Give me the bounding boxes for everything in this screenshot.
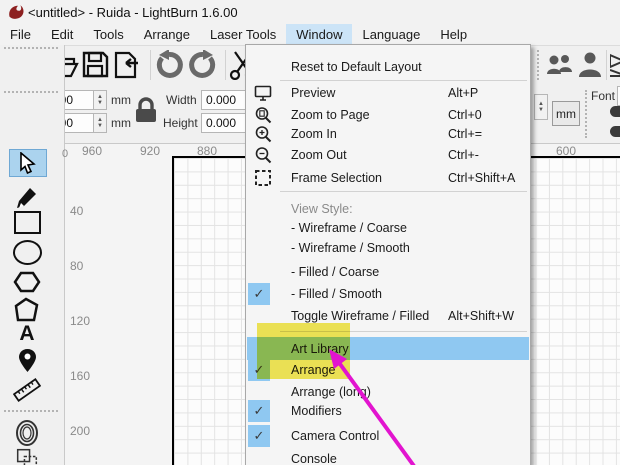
menu-file[interactable]: File [0, 24, 41, 45]
shape-tool[interactable] [6, 297, 48, 323]
ruler-h-label: 920 [140, 144, 161, 158]
lock-icon[interactable] [133, 96, 159, 126]
menu-help[interactable]: Help [430, 24, 477, 45]
menu-arrange[interactable]: Arrange [134, 24, 200, 45]
user-icon[interactable] [578, 51, 602, 79]
menu-item-reset-layout[interactable]: Reset to Default Layout [247, 56, 529, 78]
titlebar: <untitled> - Ruida - LightBurn 1.6.00 [0, 0, 620, 24]
menubar: File Edit Tools Arrange Laser Tools Wind… [0, 24, 620, 46]
menu-tools[interactable]: Tools [83, 24, 133, 45]
position-laser-tool[interactable] [6, 347, 48, 373]
zoom-out-icon [255, 147, 272, 164]
menu-item-wireframe-coarse[interactable]: - Wireframe / Coarse [247, 217, 529, 239]
menu-separator [280, 80, 527, 81]
menu-item-filled-smooth[interactable]: ✓ - Filled / Smooth [247, 283, 529, 305]
menu-separator [280, 191, 527, 192]
toolbar-separator [225, 50, 226, 80]
menu-item-modifiers[interactable]: ✓ Modifiers [247, 400, 529, 422]
menu-item-filled-coarse[interactable]: - Filled / Coarse [247, 261, 529, 283]
text-tool[interactable]: A [6, 321, 48, 347]
ruler-v-label: 120 [70, 314, 91, 328]
ruler-v-label: 160 [70, 369, 91, 383]
interval-spinner[interactable]: ▲ ▼ [534, 94, 548, 120]
measure-tool[interactable] [6, 377, 48, 403]
offset-tool[interactable] [6, 420, 48, 446]
italic-toggle[interactable] [610, 126, 620, 137]
height-label: Height [163, 116, 198, 130]
import-icon[interactable] [112, 50, 140, 80]
ruler-h-label: 960 [82, 144, 103, 158]
zoom-in-icon [255, 126, 272, 143]
toolbar-separator [606, 50, 607, 80]
check-icon: ✓ [248, 283, 270, 305]
toolbar-drag-handle[interactable] [585, 90, 587, 138]
menu-item-console[interactable]: Console [247, 448, 529, 465]
undo-icon[interactable] [154, 50, 184, 80]
menu-item-wireframe-smooth[interactable]: - Wireframe / Smooth [247, 237, 529, 259]
lightburn-logo-icon [9, 5, 24, 19]
menu-item-zoom-in[interactable]: Zoom In Ctrl+= [247, 123, 529, 145]
select-tool[interactable] [9, 149, 47, 177]
rectangle-tool[interactable] [6, 209, 48, 235]
palette-drag-handle[interactable] [4, 47, 58, 49]
draw-lines-tool[interactable] [6, 185, 48, 211]
lightburn-window: <untitled> - Ruida - LightBurn 1.6.00 Fi… [0, 0, 620, 465]
menu-language[interactable]: Language [352, 24, 430, 45]
boolean-union-tool[interactable] [6, 448, 48, 465]
width-label: Width [166, 93, 197, 107]
menu-window[interactable]: Window [286, 24, 353, 45]
ellipse-tool[interactable] [6, 239, 48, 265]
ruler-v-label: 40 [70, 204, 84, 218]
xpos-unit: mm [111, 93, 131, 107]
menu-item-arrange[interactable]: ✓ Arrange [247, 359, 529, 381]
ypos-spinner[interactable]: ▲ ▼ [93, 113, 107, 133]
ruler-h-label: 600 [556, 144, 577, 158]
xpos-spinner[interactable]: ▲ ▼ [93, 90, 107, 110]
menu-separator [280, 331, 527, 332]
mm-unit-button[interactable]: mm [552, 101, 580, 126]
menu-item-frame-selection[interactable]: Frame Selection Ctrl+Shift+A [247, 167, 529, 189]
ypos-unit: mm [111, 116, 131, 130]
menu-item-preview[interactable]: Preview Alt+P [247, 82, 529, 104]
ruler-h-label: 880 [197, 144, 218, 158]
check-icon: ✓ [248, 359, 270, 381]
check-icon: ✓ [248, 425, 270, 447]
tool-palette: A [0, 45, 65, 465]
frame-selection-icon [255, 170, 271, 186]
zoom-page-icon [255, 107, 272, 124]
toolbar-drag-handle[interactable] [537, 50, 539, 80]
redo-icon[interactable] [188, 50, 218, 80]
ruler-v-label: 0 [62, 148, 69, 160]
toolbar-separator [150, 50, 151, 80]
font-label: Font [591, 89, 616, 103]
bold-toggle[interactable] [610, 106, 620, 117]
menu-edit[interactable]: Edit [41, 24, 83, 45]
menu-item-camera-control[interactable]: ✓ Camera Control [247, 425, 529, 447]
group-icon[interactable] [546, 52, 574, 78]
polygon-tool[interactable] [6, 269, 48, 295]
check-icon: ✓ [248, 400, 270, 422]
window-menu-dropdown: Reset to Default Layout Preview Alt+P Zoo… [245, 44, 531, 465]
ruler-v-label: 80 [70, 259, 84, 273]
window-title: <untitled> - Ruida - LightBurn 1.6.00 [28, 4, 238, 20]
preview-monitor-icon [254, 85, 272, 101]
menu-item-toggle-wireframe[interactable]: Toggle Wireframe / Filled Alt+Shift+W [247, 305, 529, 327]
palette-drag-handle[interactable] [4, 410, 58, 412]
menu-item-zoom-out[interactable]: Zoom Out Ctrl+- [247, 144, 529, 166]
laser-head-icon[interactable] [610, 50, 620, 80]
menu-laser-tools[interactable]: Laser Tools [200, 24, 286, 45]
menu-item-art-library[interactable]: Art Library [247, 337, 529, 360]
save-icon[interactable] [82, 51, 109, 78]
ruler-v-label: 200 [70, 424, 91, 438]
